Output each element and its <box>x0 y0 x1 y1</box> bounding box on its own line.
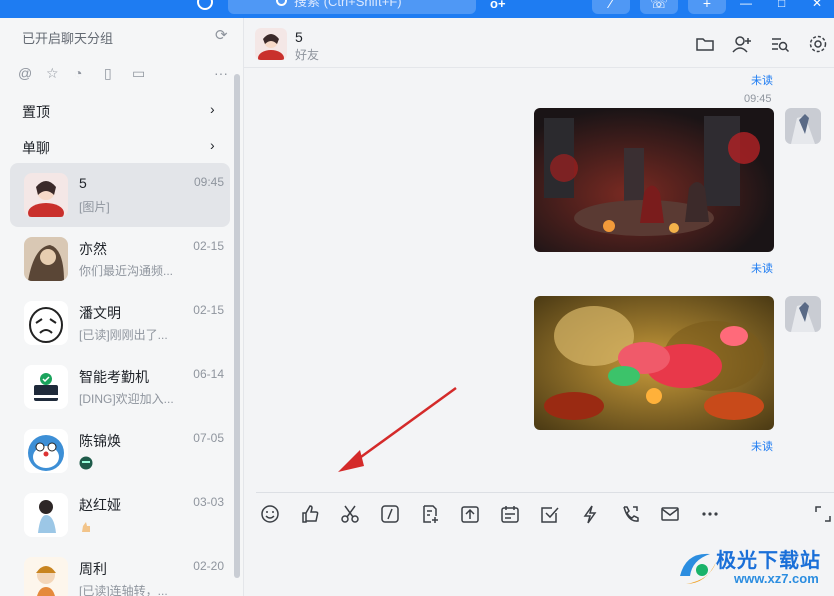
conversation-item[interactable]: 亦然 02-15 你们最近沟通频... <box>10 227 230 291</box>
slash-command-icon[interactable] <box>380 504 400 524</box>
conversation-time: 02-15 <box>193 303 224 317</box>
avatar <box>24 429 68 473</box>
conversation-name: 赵红娅 <box>79 497 121 513</box>
chevron-right-icon: › <box>210 101 215 117</box>
image-message[interactable] <box>534 108 774 252</box>
history-icon[interactable]: ◔ <box>74 64 82 82</box>
more-icon[interactable] <box>700 504 720 524</box>
conversation-preview: 你们最近沟通频... <box>79 264 174 278</box>
conversation-time: 07-05 <box>193 431 224 445</box>
org-icon[interactable]: o+ <box>490 0 506 11</box>
composer-divider <box>256 492 834 493</box>
unread-label: 未读 <box>751 75 773 87</box>
top-bar: 搜索 (Ctrl+Shift+F) o+ ⁄ ☏ + — □ ✕ <box>0 0 834 18</box>
compose-button[interactable]: ⁄ <box>592 0 630 14</box>
single-chat-section[interactable]: 单聊 › <box>22 137 215 158</box>
upload-icon[interactable] <box>460 504 480 524</box>
avatar <box>24 237 68 281</box>
more-icon[interactable]: ··· <box>214 64 228 82</box>
calendar-icon[interactable] <box>500 504 520 524</box>
conversation-name: 周利 <box>79 561 107 577</box>
my-avatar[interactable] <box>785 108 821 144</box>
conversation-preview: [图片] <box>79 200 110 214</box>
lightning-icon[interactable] <box>580 504 600 524</box>
chat-name: 5 <box>295 29 303 45</box>
conversation-time: 06-14 <box>193 367 224 381</box>
pinned-label: 置顶 <box>22 104 50 120</box>
refresh-icon[interactable]: ⟳ <box>215 26 228 44</box>
conversation-time: 03-03 <box>193 495 224 509</box>
scissors-icon[interactable] <box>340 504 360 524</box>
search-box[interactable]: 搜索 (Ctrl+Shift+F) <box>228 0 476 14</box>
conversation-time: 02-15 <box>193 239 224 253</box>
watermark-title: 极光下载站 <box>716 550 821 572</box>
chat-subtitle: 好友 <box>295 48 320 62</box>
conversation-time: 02-20 <box>193 559 224 573</box>
message-time: 09:45 <box>744 93 772 105</box>
image-message[interactable] <box>534 296 774 430</box>
at-icon[interactable]: @ <box>18 64 32 82</box>
settings-icon[interactable] <box>808 34 828 54</box>
star-icon[interactable]: ☆ <box>46 64 59 82</box>
conversation-preview: [已读]连轴转，... <box>79 584 168 596</box>
add-member-icon[interactable] <box>732 34 752 54</box>
task-icon[interactable] <box>540 504 560 524</box>
conversation-item[interactable]: 陈锦焕 07-05 <box>10 419 230 483</box>
emoji-preview <box>79 454 93 473</box>
maximize-button[interactable]: □ <box>778 0 785 10</box>
mail-icon[interactable] <box>660 504 680 524</box>
search-icon <box>276 0 287 6</box>
single-chat-label: 单聊 <box>22 140 50 156</box>
conversation-sidebar: 已开启聊天分组 ⟳ @ ☆ ◔ ▯ ▭ ··· 置顶 › 单聊 › 5 09:4… <box>0 18 244 596</box>
emoji-preview <box>79 518 93 537</box>
close-button[interactable]: ✕ <box>812 0 822 10</box>
expand-icon[interactable] <box>813 504 833 524</box>
watermark-logo-icon <box>680 553 716 584</box>
avatar <box>24 301 68 345</box>
conversation-name: 亦然 <box>79 241 107 257</box>
watermark-url: www.xz7.com <box>734 571 819 586</box>
conversation-name: 5 <box>79 175 87 191</box>
conversation-name: 智能考勤机 <box>79 369 149 385</box>
avatar <box>24 557 68 596</box>
conversation-name: 陈锦焕 <box>79 433 121 449</box>
chat-avatar[interactable] <box>255 28 287 60</box>
conversation-item[interactable]: 智能考勤机 06-14 [DING]欢迎加入... <box>10 355 230 419</box>
watermark: 极光下载站 www.xz7.com <box>676 540 834 596</box>
file-icon[interactable]: ▯ <box>104 64 112 82</box>
pinned-section[interactable]: 置顶 › <box>22 101 215 122</box>
recent-icon[interactable] <box>197 0 213 10</box>
conversation-item[interactable]: 周利 02-20 [已读]连轴转，... <box>10 547 230 596</box>
annotation-arrow <box>338 386 457 472</box>
conversation-item[interactable]: 赵红娅 03-03 <box>10 483 230 547</box>
conversation-name: 潘文明 <box>79 305 121 321</box>
conversation-item-5[interactable]: 5 09:45 [图片] <box>10 163 230 227</box>
unread-label: 未读 <box>751 441 773 453</box>
chevron-right-icon: › <box>210 137 215 153</box>
avatar <box>24 365 68 409</box>
avatar <box>24 493 68 537</box>
chat-header: 5 好友 <box>244 18 834 68</box>
minimize-button[interactable]: — <box>740 0 752 10</box>
sidebar-scrollbar[interactable] <box>234 74 240 578</box>
folder-icon[interactable] <box>695 34 715 54</box>
search-placeholder: 搜索 (Ctrl+Shift+F) <box>294 0 402 9</box>
doc-icon[interactable]: ▭ <box>132 64 145 82</box>
conversation-preview: [DING]欢迎加入... <box>79 392 174 406</box>
sidebar-toolbar: @ ☆ ◔ ▯ ▭ ··· <box>18 64 238 82</box>
thumbs-up-icon[interactable] <box>300 504 320 524</box>
my-avatar[interactable] <box>785 296 821 332</box>
unread-label: 未读 <box>751 263 773 275</box>
conversation-preview: [已读]刚刚出了... <box>79 328 168 342</box>
note-icon[interactable] <box>420 504 440 524</box>
phone-icon[interactable] <box>620 504 640 524</box>
call-button[interactable]: ☏ <box>640 0 678 14</box>
search-history-icon[interactable] <box>770 34 790 54</box>
chat-group-header: 已开启聊天分组 <box>22 31 114 46</box>
emoji-icon[interactable] <box>260 504 280 524</box>
avatar <box>24 173 68 217</box>
add-button[interactable]: + <box>688 0 726 14</box>
conversation-time: 09:45 <box>193 175 224 189</box>
conversation-item[interactable]: 潘文明 02-15 [已读]刚刚出了... <box>10 291 230 355</box>
